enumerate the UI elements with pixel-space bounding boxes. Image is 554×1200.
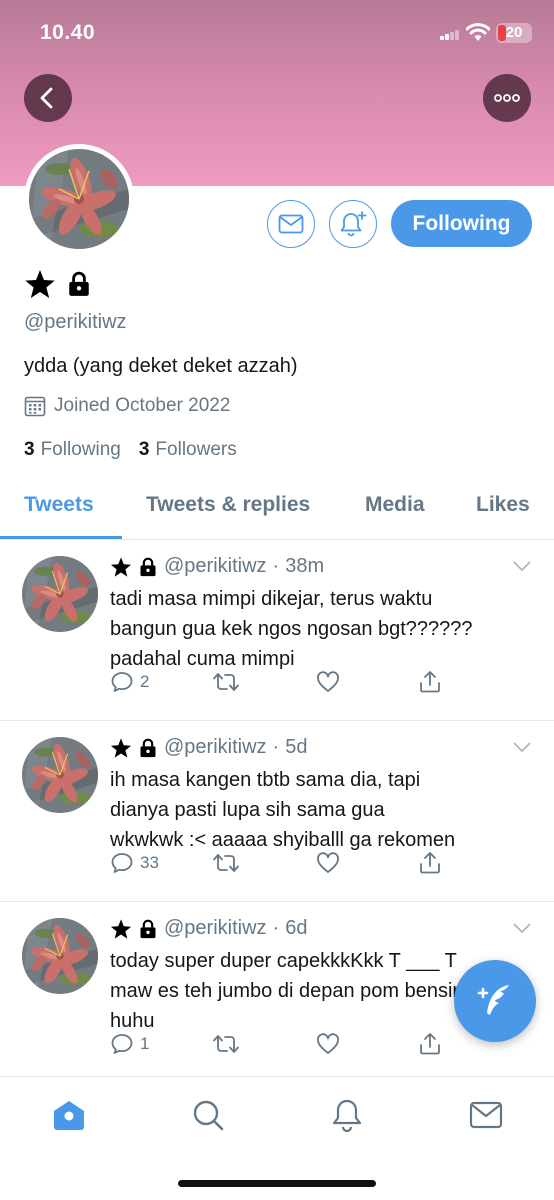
tweet-time: 5d [285,736,308,758]
chevron-down-icon[interactable] [512,741,532,753]
more-dots-icon [494,94,520,102]
share-button[interactable] [418,670,442,694]
like-button[interactable] [316,1032,340,1056]
tweet-actions: 1 [110,1032,530,1062]
share-button[interactable] [418,851,442,875]
message-button[interactable] [267,200,315,248]
chevron-down-icon[interactable] [512,922,532,934]
battery-indicator: 20 [496,23,532,43]
like-button[interactable] [316,670,340,694]
reply-icon [110,670,134,694]
tweet-time: 6d [285,917,308,939]
tweet-actions: 2 [110,670,530,700]
nav-notifications[interactable] [327,1095,367,1135]
battery-level: 20 [505,24,523,41]
compose-tweet-button[interactable] [454,960,536,1042]
profile-avatar[interactable] [24,144,134,254]
retweet-button[interactable] [212,851,240,875]
retweet-button[interactable] [212,670,240,694]
home-indicator [178,1180,376,1187]
reply-count: 1 [140,1034,150,1053]
reply-count: 33 [140,853,159,872]
following-count-link[interactable]: 3 Following [24,439,121,461]
notifications-icon [332,1099,362,1132]
nav-home[interactable] [49,1095,89,1135]
profile-bio: ydda (yang deket deket azzah) [24,355,298,377]
tweet-actions: 33 [110,851,530,881]
tweet-text: tadi masa mimpi dikejar, terus waktu bang… [110,588,473,670]
messages-icon [469,1101,503,1129]
follow-counts: 3 Following 3 Followers [24,439,237,461]
tweet-handle: @perikitiwz [164,555,267,577]
share-button[interactable] [418,1032,442,1056]
tweet-avatar[interactable] [22,737,98,813]
share-icon [418,1032,442,1056]
like-icon [316,1032,340,1056]
lock-icon [138,919,158,939]
active-tab-indicator [0,536,122,539]
notifications-toggle-button[interactable] [329,200,377,248]
retweet-icon [212,670,240,694]
status-time: 10.40 [40,21,96,44]
tweet-header: @perikitiwz · 5d [110,736,307,759]
retweet-button[interactable] [212,1032,240,1056]
tweet-handle: @perikitiwz [164,917,267,939]
tweet-text: ih masa kangen tbtb sama dia, tapi dianya… [110,769,456,851]
profile-handle: @perikitiwz [24,311,127,333]
reply-icon [110,851,134,875]
chevron-down-icon[interactable] [512,560,532,572]
followers-count-link[interactable]: 3 Followers [139,439,237,461]
share-icon [418,670,442,694]
display-name [24,268,92,300]
bell-plus-icon [340,211,367,237]
more-options-button[interactable] [483,74,531,122]
like-button[interactable] [316,851,340,875]
nav-messages[interactable] [466,1095,506,1135]
joined-date: Joined October 2022 [24,395,230,417]
reply-button[interactable]: 33 [110,851,159,875]
back-arrow-icon [40,87,53,109]
tab-likes[interactable]: Likes [476,478,530,540]
tweet-avatar[interactable] [22,556,98,632]
tweet-avatar[interactable] [22,918,98,994]
tab-tweets-and-replies[interactable]: Tweets & replies [146,478,310,540]
compose-icon [477,985,509,1015]
mail-icon [278,214,304,234]
reply-count: 2 [140,672,150,691]
tweet[interactable]: @perikitiwz · 38m tadi masa mimpi dikejar,… [0,540,554,721]
joined-label: Joined October 2022 [54,395,231,416]
home-icon [54,1101,84,1130]
reply-icon [110,1032,134,1056]
reply-button[interactable]: 2 [110,670,149,694]
like-icon [316,670,340,694]
tweet-header: @perikitiwz · 38m [110,555,324,578]
tweet-handle: @perikitiwz [164,736,267,758]
wifi-icon [466,23,490,41]
share-icon [418,851,442,875]
tab-media[interactable]: Media [365,478,425,540]
star-icon [110,556,132,578]
reply-button[interactable]: 1 [110,1032,149,1056]
profile-tabs: Tweets Tweets & replies Media Likes [0,478,554,540]
like-icon [316,851,340,875]
tweet-header: @perikitiwz · 6d [110,917,307,940]
lock-icon [138,557,158,577]
following-button[interactable]: Following [391,200,532,247]
retweet-icon [212,851,240,875]
lock-icon [138,738,158,758]
retweet-icon [212,1032,240,1056]
nav-search[interactable] [188,1095,228,1135]
lock-icon [66,271,92,297]
back-button[interactable] [24,74,72,122]
star-icon [24,268,56,300]
tweet-time: 38m [285,555,325,577]
search-icon [193,1100,224,1131]
tab-tweets[interactable]: Tweets [24,478,94,540]
cellular-signal-icon [440,30,460,40]
star-icon [110,918,132,940]
calendar-icon [24,396,46,417]
star-icon [110,737,132,759]
tweet[interactable]: @perikitiwz · 5d ih masa kangen tbtb sama … [0,721,554,902]
